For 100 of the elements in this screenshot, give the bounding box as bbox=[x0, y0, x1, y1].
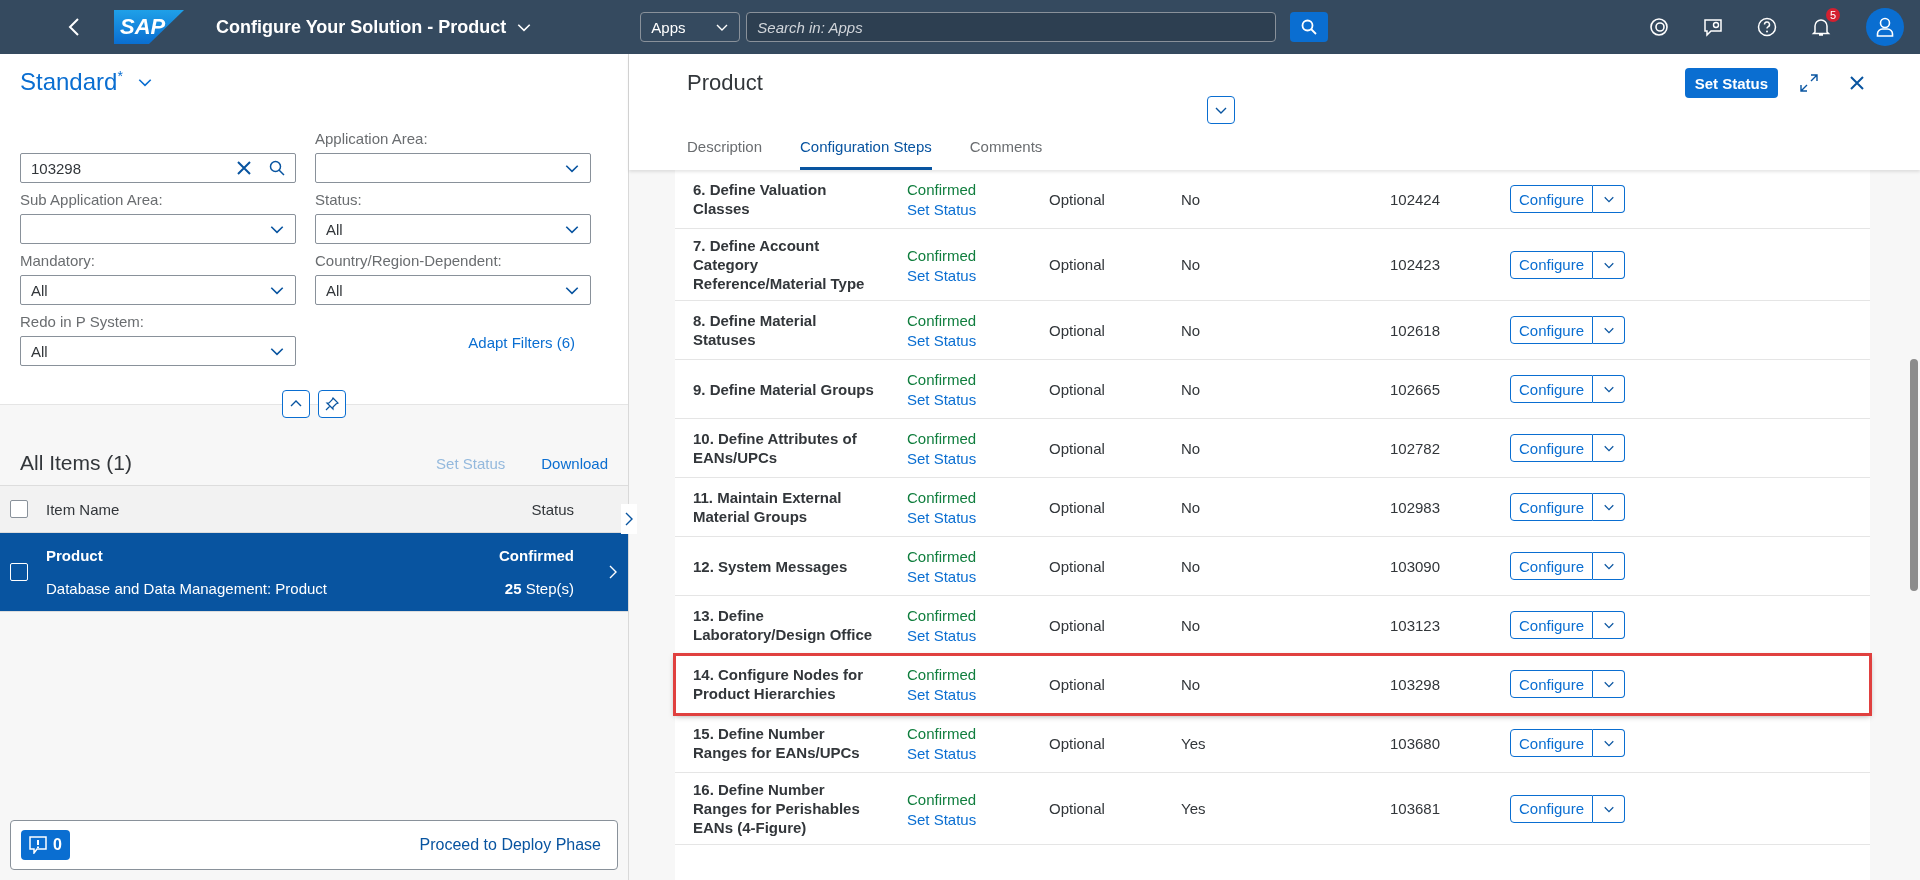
help-button[interactable] bbox=[1757, 17, 1777, 37]
splitter-handle[interactable] bbox=[621, 504, 637, 534]
select-field[interactable]: All bbox=[315, 275, 591, 305]
table-cell-text: 103681 bbox=[1390, 799, 1442, 818]
proceed-button[interactable]: Proceed to Deploy Phase bbox=[413, 835, 607, 855]
feedback-button[interactable] bbox=[1703, 17, 1723, 37]
status-text: Confirmed bbox=[907, 547, 978, 566]
item-name: Product bbox=[46, 547, 104, 564]
step-count: 25 Step(s) bbox=[504, 580, 574, 597]
configure-button[interactable]: Configure bbox=[1510, 375, 1594, 403]
set-status-link[interactable]: Set Status bbox=[907, 201, 1049, 218]
configure-menu-button[interactable] bbox=[1593, 375, 1626, 403]
item-description: Database and Data Management: Product bbox=[46, 580, 328, 597]
configure-menu-button[interactable] bbox=[1593, 611, 1626, 639]
list-item[interactable]: Product Database and Data Management: Product Confirmed 25 Step(s) bbox=[0, 533, 628, 612]
search-button[interactable] bbox=[1290, 12, 1329, 42]
select-field[interactable]: All bbox=[20, 336, 296, 366]
configure-button[interactable]: Configure bbox=[1510, 434, 1594, 462]
select-field[interactable]: All bbox=[20, 275, 296, 305]
expand-header-button[interactable] bbox=[1206, 96, 1235, 124]
message-alert-icon bbox=[29, 836, 47, 854]
set-status-link[interactable]: Set Status bbox=[907, 509, 1049, 526]
step-name: 13. Define Laboratory/Design Office bbox=[693, 606, 874, 644]
table-cell-text: 103123 bbox=[1390, 615, 1442, 635]
column-header: Item Name bbox=[46, 500, 121, 518]
status-text: Confirmed bbox=[907, 606, 978, 625]
configure-button[interactable]: Configure bbox=[1510, 794, 1594, 823]
sap-logo[interactable]: SAP bbox=[114, 10, 184, 44]
configure-button[interactable]: Configure bbox=[1510, 670, 1594, 698]
set-status-link[interactable]: Set Status bbox=[907, 332, 1049, 349]
chevron-right-icon bbox=[624, 512, 634, 526]
close-button[interactable] bbox=[1850, 76, 1864, 90]
pin-button[interactable] bbox=[318, 390, 346, 418]
configure-menu-button[interactable] bbox=[1593, 552, 1626, 580]
copilot-button[interactable] bbox=[1649, 17, 1669, 37]
table-cell-text: 102782 bbox=[1390, 438, 1442, 458]
set-status-link[interactable]: Set Status bbox=[907, 450, 1049, 467]
person-icon bbox=[1876, 17, 1894, 37]
configure-button[interactable]: Configure bbox=[1510, 316, 1594, 344]
user-avatar[interactable] bbox=[1866, 8, 1904, 46]
set-status-link[interactable]: Set Status bbox=[907, 391, 1049, 408]
set-status-link[interactable]: Set Status bbox=[907, 568, 1049, 585]
variant-selector[interactable]: Standard$^{*}$ bbox=[20, 68, 153, 96]
adapt-filters-link[interactable]: Adapt Filters (6) bbox=[462, 333, 581, 352]
select-field[interactable]: All bbox=[315, 214, 591, 244]
status-text: Confirmed bbox=[907, 488, 978, 507]
configure-button[interactable]: Configure bbox=[1510, 493, 1594, 521]
set-status-link[interactable]: Set Status bbox=[907, 686, 1049, 703]
configure-menu-button[interactable] bbox=[1593, 670, 1626, 698]
set-status-button[interactable]: Set Status bbox=[1684, 68, 1778, 98]
search-icon[interactable] bbox=[269, 160, 285, 176]
step-name: 12. System Messages bbox=[693, 556, 849, 576]
filter-label: Country/Region-Dependent: bbox=[315, 252, 503, 270]
expand-icon bbox=[1800, 74, 1818, 92]
messages-button[interactable]: 0 bbox=[21, 830, 70, 860]
configure-menu-button[interactable] bbox=[1593, 493, 1626, 521]
configure-menu-button[interactable] bbox=[1593, 729, 1626, 757]
tab[interactable]: Description bbox=[687, 128, 763, 170]
notifications-button[interactable]: 5 bbox=[1811, 8, 1840, 37]
configure-button[interactable]: Configure bbox=[1510, 552, 1594, 580]
table-cell-text: 102424 bbox=[1390, 189, 1442, 209]
swirl-icon bbox=[1649, 17, 1669, 37]
configure-menu-button[interactable] bbox=[1593, 316, 1626, 344]
collapse-button[interactable] bbox=[282, 390, 310, 418]
status-text: Confirmed bbox=[907, 180, 978, 199]
app-title-menu[interactable]: Configure Your Solution - Product bbox=[210, 15, 539, 39]
configure-button[interactable]: Configure bbox=[1510, 729, 1594, 757]
scrollbar-thumb[interactable] bbox=[1910, 359, 1918, 591]
set-status-link[interactable]: Set Status bbox=[907, 627, 1049, 644]
object-title: Product bbox=[687, 70, 763, 96]
row-checkbox[interactable] bbox=[10, 563, 28, 581]
configure-menu-button[interactable] bbox=[1593, 185, 1626, 213]
table-cell-text: Optional bbox=[1049, 379, 1106, 399]
configure-menu-button[interactable] bbox=[1593, 794, 1626, 823]
configure-button[interactable]: Configure bbox=[1510, 185, 1594, 213]
download-button[interactable]: Download bbox=[541, 454, 608, 472]
search-field[interactable]: 103298 bbox=[20, 153, 296, 183]
select-field[interactable] bbox=[315, 153, 591, 183]
table-cell-text: 103680 bbox=[1390, 733, 1442, 753]
select-all-checkbox[interactable] bbox=[10, 500, 28, 518]
step-name: 11. Maintain External Material Groups bbox=[693, 488, 843, 526]
select-field[interactable] bbox=[20, 214, 296, 244]
back-icon[interactable] bbox=[68, 17, 80, 37]
clear-icon[interactable] bbox=[237, 161, 251, 175]
step-name: 8. Define Material Statuses bbox=[693, 311, 818, 349]
configure-button[interactable]: Configure bbox=[1510, 250, 1594, 279]
scope-select[interactable]: Apps bbox=[640, 12, 741, 42]
set-status-link[interactable]: Set Status bbox=[907, 810, 1049, 828]
table-cell-text: 102983 bbox=[1390, 497, 1442, 517]
status-text: Confirmed bbox=[907, 429, 978, 448]
table-cell-text: No bbox=[1181, 379, 1202, 399]
search-field[interactable]: Search in: Apps bbox=[746, 12, 1277, 42]
configure-button[interactable]: Configure bbox=[1510, 611, 1594, 639]
set-status-link[interactable]: Set Status bbox=[907, 266, 1049, 284]
table-cell-text: Optional bbox=[1049, 733, 1106, 753]
set-status-link[interactable]: Set Status bbox=[907, 745, 1049, 762]
configure-menu-button[interactable] bbox=[1593, 250, 1626, 279]
configure-menu-button[interactable] bbox=[1593, 434, 1626, 462]
fullscreen-button[interactable] bbox=[1800, 74, 1818, 92]
tab[interactable]: Comments bbox=[969, 128, 1043, 170]
